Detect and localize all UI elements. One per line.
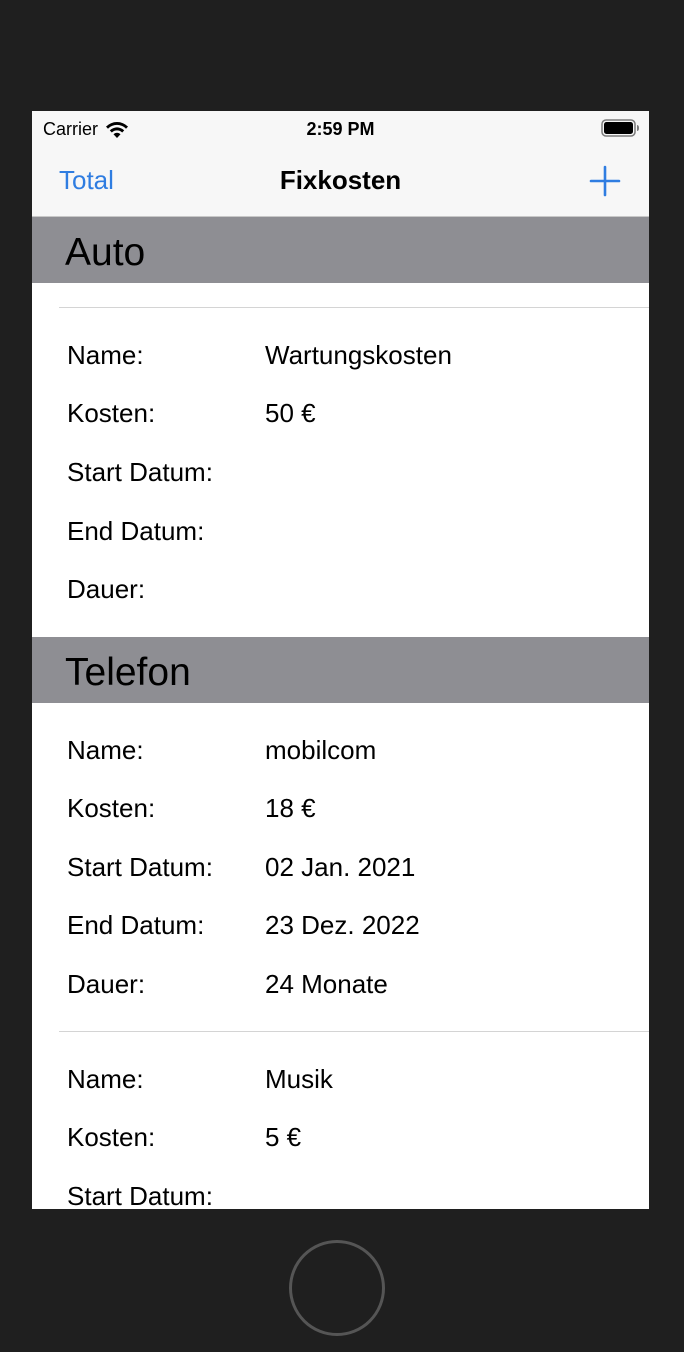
item-start-row: Start Datum: xyxy=(32,1181,649,1209)
page-title: Fixkosten xyxy=(279,165,402,195)
item-name-row: Name: Musik xyxy=(32,1064,649,1104)
item-end-row: End Datum: 23 Dez. 2022 xyxy=(32,910,649,950)
row-separator xyxy=(59,1031,649,1032)
start-date-label: Start Datum: xyxy=(67,852,213,882)
name-label: Name: xyxy=(67,735,144,765)
name-value: Wartungskosten xyxy=(265,340,452,370)
item-start-row: Start Datum: xyxy=(32,457,649,497)
duration-label: Dauer: xyxy=(67,574,146,604)
item-start-row: Start Datum: 02 Jan. 2021 xyxy=(32,852,649,892)
item-cost-row: Kosten: 5 € xyxy=(32,1122,649,1162)
cost-value: 5 € xyxy=(265,1122,302,1152)
section-header-telefon: Telefon xyxy=(32,637,649,703)
cost-label: Kosten: xyxy=(67,398,156,428)
status-time: 2:59 PM xyxy=(306,119,375,139)
name-label: Name: xyxy=(67,340,144,370)
app-screen: Carrier 2:59 PM Total Fixkosten Auto Nam… xyxy=(32,111,649,1209)
start-date-value: 02 Jan. 2021 xyxy=(265,852,416,882)
item-duration-row: Dauer: 24 Monate xyxy=(32,969,649,1009)
end-date-value: 23 Dez. 2022 xyxy=(265,910,420,940)
duration-label: Dauer: xyxy=(67,969,146,999)
row-separator xyxy=(59,307,649,308)
name-value: Musik xyxy=(265,1064,333,1094)
status-bar: Carrier 2:59 PM xyxy=(32,111,649,145)
cost-label: Kosten: xyxy=(67,1122,156,1152)
end-date-label: End Datum: xyxy=(67,910,205,940)
start-date-label: Start Datum: xyxy=(67,457,213,487)
start-date-label: Start Datum: xyxy=(67,1181,213,1209)
section-title: Telefon xyxy=(65,651,191,694)
end-date-label: End Datum: xyxy=(67,516,205,546)
home-button[interactable] xyxy=(289,1240,385,1336)
item-name-row: Name: mobilcom xyxy=(32,735,649,775)
device-frame: Carrier 2:59 PM Total Fixkosten Auto Nam… xyxy=(0,0,684,1352)
cost-value: 18 € xyxy=(265,793,316,823)
cost-value: 50 € xyxy=(265,398,316,428)
section-header-auto: Auto xyxy=(32,217,649,283)
plus-icon[interactable] xyxy=(589,165,621,197)
battery-icon xyxy=(601,119,639,137)
navigation-bar: Total Fixkosten xyxy=(32,145,649,217)
item-name-row: Name: Wartungskosten xyxy=(32,340,649,380)
item-cost-row: Kosten: 50 € xyxy=(32,398,649,438)
cost-label: Kosten: xyxy=(67,793,156,823)
item-cost-row: Kosten: 18 € xyxy=(32,793,649,833)
section-title: Auto xyxy=(65,231,146,274)
name-value: mobilcom xyxy=(265,735,377,765)
name-label: Name: xyxy=(67,1064,144,1094)
duration-value: 24 Monate xyxy=(265,969,388,999)
item-duration-row: Dauer: xyxy=(32,574,649,614)
item-end-row: End Datum: xyxy=(32,516,649,556)
